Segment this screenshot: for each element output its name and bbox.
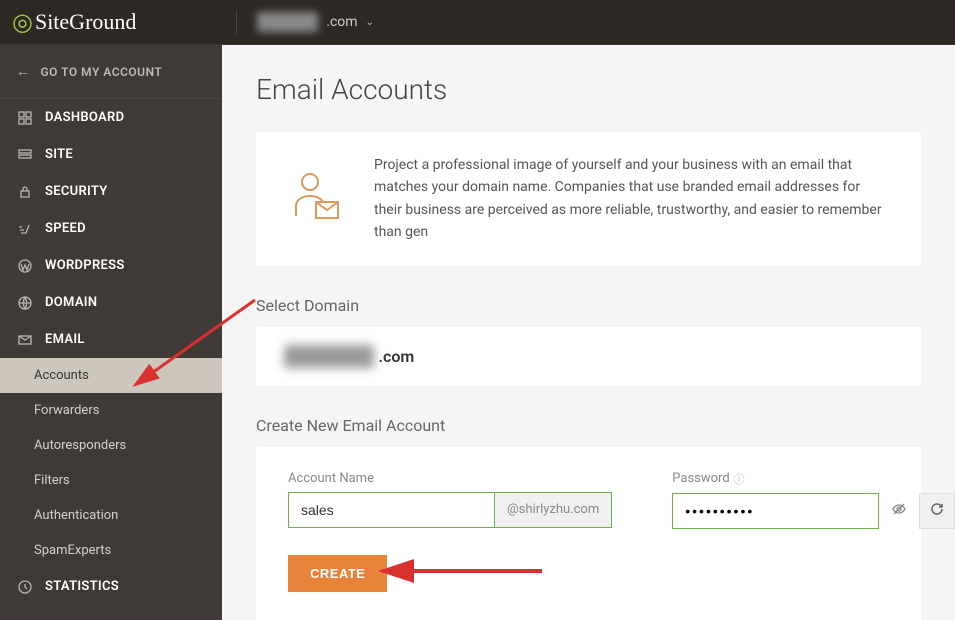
back-label: GO TO MY ACCOUNT xyxy=(41,65,163,79)
sidebar-subitem-autoresponders[interactable]: Autoresponders xyxy=(0,428,222,463)
create-card: Account Name @shirlyzhu.com Password ⓘ xyxy=(256,447,921,620)
sidebar-item-site[interactable]: SITE xyxy=(0,136,222,173)
domain-suffix: .com xyxy=(326,14,357,30)
domain-selector[interactable]: xxx .com ⌄ xyxy=(257,12,374,32)
sidebar-item-security[interactable]: SECURITY xyxy=(0,173,222,210)
sidebar-item-email[interactable]: EMAIL xyxy=(0,321,222,358)
info-text: Project a professional image of yourself… xyxy=(374,154,891,244)
lock-icon xyxy=(16,185,34,199)
info-icon: ⓘ xyxy=(734,471,745,487)
content-area: Email Accounts Project a professional im… xyxy=(222,45,955,620)
password-label: Password ⓘ xyxy=(672,471,955,487)
account-suffix: @shirlyzhu.com xyxy=(495,492,612,528)
select-domain-label: Select Domain xyxy=(256,296,921,315)
sidebar-subitem-authentication[interactable]: Authentication xyxy=(0,498,222,533)
grid-icon xyxy=(16,111,34,125)
email-person-icon xyxy=(286,168,344,230)
logo-text: SiteGround xyxy=(35,9,136,35)
sidebar-subitem-accounts[interactable]: Accounts xyxy=(0,358,222,393)
sidebar: ← GO TO MY ACCOUNT DASHBOARD SITE SECUR xyxy=(0,45,222,620)
layers-icon xyxy=(16,148,34,162)
sidebar-item-speed[interactable]: SPEED xyxy=(0,210,222,247)
sidebar-item-wordpress[interactable]: WORDPRESS xyxy=(0,247,222,284)
toggle-visibility-button[interactable] xyxy=(885,493,913,529)
logo: ◎ SiteGround xyxy=(12,8,136,37)
chevron-down-icon: ⌄ xyxy=(366,17,374,28)
sidebar-subitem-forwarders[interactable]: Forwarders xyxy=(0,393,222,428)
create-button[interactable]: CREATE xyxy=(288,555,387,592)
clock-icon xyxy=(16,580,34,594)
arrow-left-icon: ← xyxy=(16,63,31,80)
page-title: Email Accounts xyxy=(256,73,921,106)
sidebar-subitem-spamexperts[interactable]: SpamExperts xyxy=(0,533,222,568)
account-name-input[interactable] xyxy=(288,492,495,528)
speed-icon xyxy=(16,222,34,236)
sidebar-item-dashboard[interactable]: DASHBOARD xyxy=(0,99,222,136)
domain-suffix-main: .com xyxy=(378,347,414,366)
domain-blurred: xxx xyxy=(257,12,318,32)
sidebar-item-domain[interactable]: DOMAIN xyxy=(0,284,222,321)
sidebar-item-statistics[interactable]: STATISTICS xyxy=(0,568,222,605)
sidebar-subitem-filters[interactable]: Filters xyxy=(0,463,222,498)
logo-icon: ◎ xyxy=(12,8,33,37)
domain-box[interactable]: xxxxx .com xyxy=(256,327,921,386)
create-section-label: Create New Email Account xyxy=(256,416,921,435)
domain-blurred-main: xxxxx xyxy=(284,345,374,368)
back-to-account-link[interactable]: ← GO TO MY ACCOUNT xyxy=(0,45,222,99)
divider xyxy=(236,10,237,35)
refresh-password-button[interactable] xyxy=(919,493,955,529)
mail-icon xyxy=(16,333,34,347)
account-name-label: Account Name xyxy=(288,471,612,486)
password-input[interactable] xyxy=(672,493,879,529)
globe-icon xyxy=(16,296,34,310)
top-bar: ◎ SiteGround xxx .com ⌄ xyxy=(0,0,955,45)
wordpress-icon xyxy=(16,259,34,273)
info-card: Project a professional image of yourself… xyxy=(256,132,921,266)
